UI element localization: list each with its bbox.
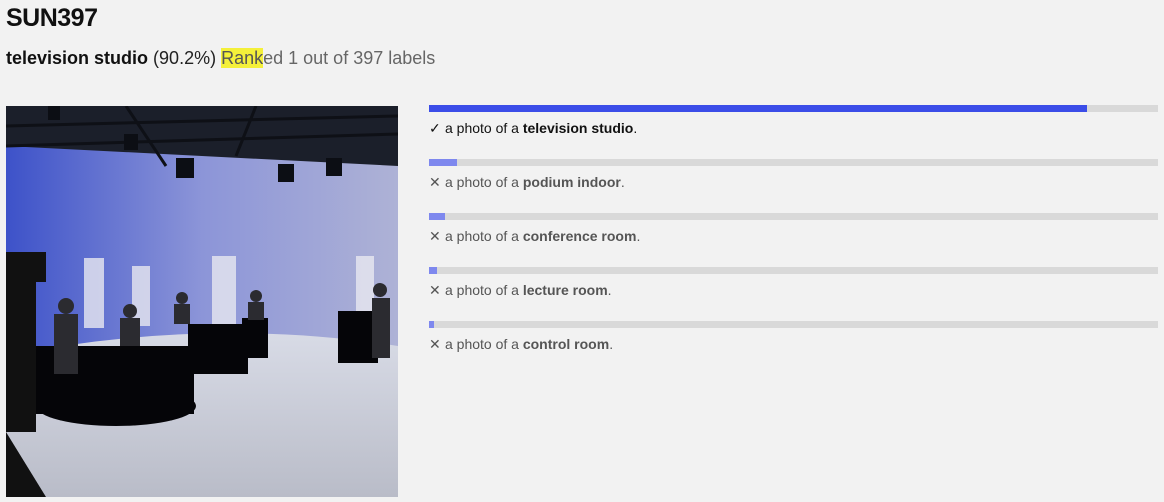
- dataset-title: SUN397: [6, 4, 98, 32]
- caption-prefix: a photo of a: [445, 174, 523, 190]
- cross-icon: ✕: [429, 282, 441, 298]
- result-caption: ✕ a photo of a conference room.: [429, 228, 640, 245]
- score-bar-track: [429, 321, 1158, 328]
- score-bar-fill: [429, 213, 446, 220]
- score-bar-fill: [429, 159, 458, 166]
- results-list: ✓ a photo of a television studio. ✕ a photo…: [429, 105, 1158, 375]
- result-row: ✕ a photo of a control room.: [429, 321, 1158, 375]
- prediction-summary: television studio (90.2%) Ranked 1 out o…: [6, 48, 435, 69]
- result-caption: ✕ a photo of a podium indoor.: [429, 174, 625, 191]
- caption-label: conference room: [522, 228, 637, 244]
- check-icon: ✓: [429, 120, 441, 136]
- photo-image: [6, 106, 398, 497]
- result-row: ✕ a photo of a podium indoor.: [429, 159, 1158, 213]
- score-bar-fill: [429, 267, 438, 274]
- result-row: ✓ a photo of a television studio.: [429, 105, 1158, 159]
- score-bar-fill: [429, 105, 1087, 112]
- result-caption: ✕ a photo of a lecture room.: [429, 282, 612, 299]
- caption-prefix: a photo of a: [445, 282, 523, 298]
- result-row: ✕ a photo of a lecture room.: [429, 267, 1158, 321]
- caption-suffix: .: [633, 120, 638, 136]
- caption-prefix: a photo of a: [445, 120, 523, 136]
- result-caption: ✓ a photo of a television studio.: [429, 120, 637, 137]
- cross-icon: ✕: [429, 336, 441, 352]
- score-bar-fill: [429, 321, 435, 328]
- caption-suffix: .: [620, 174, 625, 190]
- score-bar-track: [429, 213, 1158, 220]
- caption-label: television studio: [522, 120, 634, 136]
- caption-label: lecture room: [522, 282, 608, 298]
- predicted-label: television studio: [6, 48, 149, 68]
- result-caption: ✕ a photo of a control room.: [429, 336, 613, 353]
- caption-suffix: .: [609, 336, 614, 352]
- rank-highlight: Rank: [221, 48, 264, 68]
- rank-text: ed 1 out of 397 labels: [263, 48, 436, 68]
- score-bar-track: [429, 267, 1158, 274]
- caption-prefix: a photo of a: [445, 336, 523, 352]
- score-bar-track: [429, 105, 1158, 112]
- caption-prefix: a photo of a: [445, 228, 523, 244]
- caption-suffix: .: [636, 228, 641, 244]
- caption-label: podium indoor: [522, 174, 621, 190]
- cross-icon: ✕: [429, 174, 441, 190]
- caption-label: control room: [522, 336, 610, 352]
- scene-photo: [6, 106, 398, 497]
- predicted-confidence: (90.2%): [153, 48, 217, 68]
- cross-icon: ✕: [429, 228, 441, 244]
- result-row: ✕ a photo of a conference room.: [429, 213, 1158, 267]
- caption-suffix: .: [607, 282, 612, 298]
- classification-panel: SUN397 television studio (90.2%) Ranked …: [0, 0, 1164, 502]
- score-bar-track: [429, 159, 1158, 166]
